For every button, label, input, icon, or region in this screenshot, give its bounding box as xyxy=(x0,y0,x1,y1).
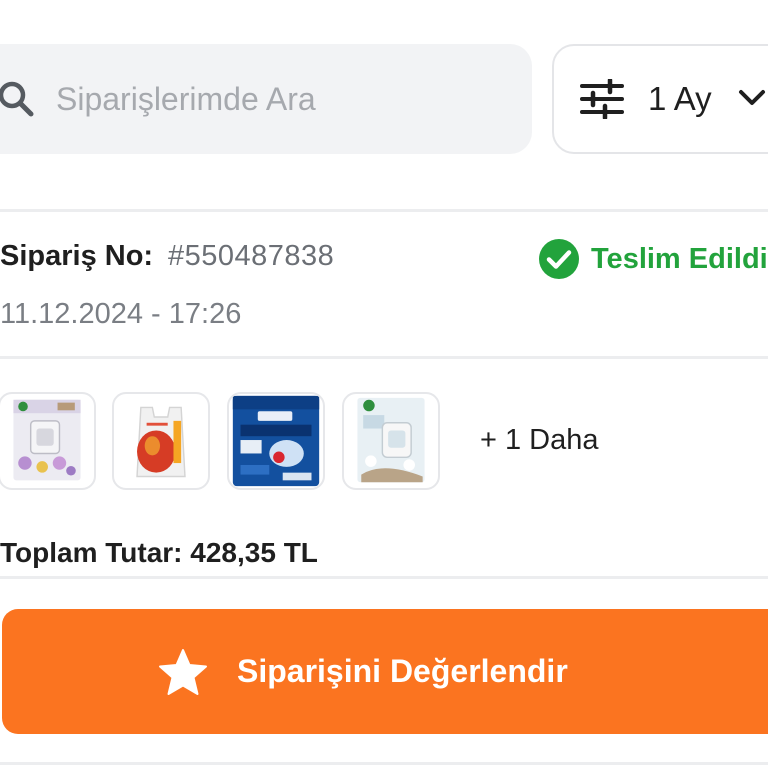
product-thumbnail[interactable] xyxy=(342,392,440,490)
filter-label: 1 Ay xyxy=(648,80,712,117)
star-icon xyxy=(159,649,207,695)
order-date: 11.12.2024 - 17:26 xyxy=(0,298,242,330)
product-thumbnail[interactable] xyxy=(112,392,210,490)
divider xyxy=(0,762,768,765)
status-text: Teslim Edildi xyxy=(591,242,768,275)
rate-order-button[interactable]: Siparişini Değerlendir xyxy=(2,609,768,734)
order-number-value: #550487838 xyxy=(168,240,335,272)
product-thumbnail[interactable] xyxy=(227,392,325,490)
product-thumbnail-icon xyxy=(357,397,425,483)
order-total: Toplam Tutar: 428,35 TL xyxy=(0,537,318,568)
chevron-down-icon xyxy=(739,90,765,105)
more-items-label[interactable]: + 1 Daha xyxy=(480,424,599,457)
divider xyxy=(0,356,768,359)
search-placeholder: Siparişlerimde Ara xyxy=(56,81,316,117)
product-thumbnail-icon xyxy=(232,395,320,487)
product-thumbnail[interactable] xyxy=(0,392,96,490)
orders-page: Siparişlerimde Ara 1 Ay Sipariş No: #550… xyxy=(0,0,768,768)
product-thumbnail-icon xyxy=(136,406,186,478)
product-thumbnail-icon xyxy=(13,399,81,481)
divider xyxy=(0,576,768,579)
search-icon xyxy=(0,81,34,117)
order-status: Teslim Edildi xyxy=(539,238,768,280)
search-input[interactable]: Siparişlerimde Ara xyxy=(0,44,532,154)
date-filter-button[interactable]: 1 Ay xyxy=(552,44,768,154)
divider xyxy=(0,209,768,212)
sliders-icon xyxy=(580,79,624,119)
rate-order-label: Siparişini Değerlendir xyxy=(237,653,568,689)
order-number-label: Sipariş No: xyxy=(0,240,154,272)
check-circle-icon xyxy=(539,239,579,279)
